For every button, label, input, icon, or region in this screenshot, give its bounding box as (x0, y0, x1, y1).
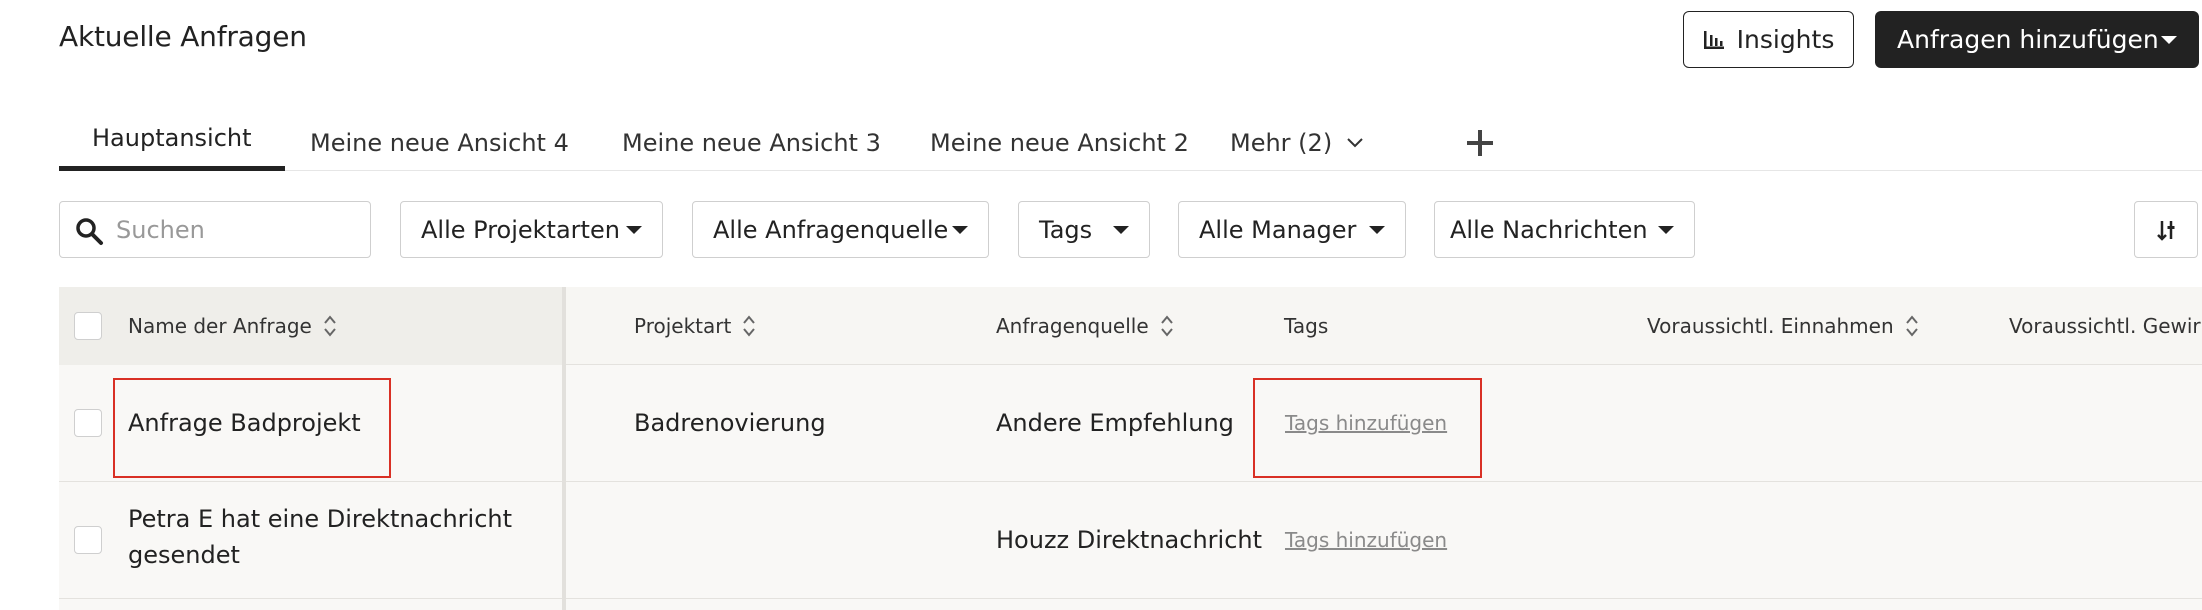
tab-label: Mehr (2) (1230, 129, 1333, 157)
column-header-expected-profit[interactable]: Voraussichtl. Gewir (2009, 314, 2201, 338)
caret-down-icon (2161, 36, 2177, 44)
tab-label: Hauptansicht (92, 124, 252, 152)
sort-icon (1160, 315, 1173, 337)
select-all-checkbox[interactable] (74, 312, 102, 340)
column-label: Name der Anfrage (128, 314, 312, 338)
column-settings-button[interactable] (2134, 201, 2198, 258)
add-view-button[interactable] (1462, 115, 1498, 171)
filter-label: Alle Manager (1199, 215, 1357, 244)
column-header-source[interactable]: Anfragenquelle (996, 314, 1173, 338)
bar-chart-icon (1703, 30, 1724, 49)
filter-label: Alle Anfragenquelle (713, 215, 949, 244)
column-label: Voraussichtl. Einnahmen (1647, 314, 1894, 338)
highlight-box-tags (1253, 378, 1482, 478)
search-icon (76, 218, 103, 245)
tab-label: Meine neue Ansicht 4 (310, 129, 569, 157)
tab-view-2[interactable]: Meine neue Ansicht 2 (897, 115, 1222, 171)
table-row (59, 599, 2202, 610)
row-checkbox[interactable] (74, 526, 102, 554)
page-title: Aktuelle Anfragen (59, 20, 307, 53)
tab-label: Meine neue Ansicht 2 (930, 129, 1189, 157)
request-source: Andere Empfehlung (996, 409, 1234, 437)
manager-filter[interactable]: Alle Manager (1178, 201, 1406, 258)
tab-hauptansicht[interactable]: Hauptansicht (59, 115, 285, 171)
project-type: Badrenovierung (634, 409, 826, 437)
caret-down-icon (1113, 226, 1129, 234)
caret-down-icon (626, 226, 642, 234)
filter-label: Alle Projektarten (421, 215, 620, 244)
add-requests-label: Anfragen hinzufügen (1897, 25, 2159, 54)
highlight-box-request-name (113, 378, 391, 478)
add-requests-button[interactable]: Anfragen hinzufügen (1875, 11, 2199, 68)
sort-icon (743, 315, 756, 337)
column-settings-icon (2157, 220, 2175, 241)
request-name-line-2[interactable]: gesendet (128, 541, 240, 569)
messages-filter[interactable]: Alle Nachrichten (1434, 201, 1695, 258)
caret-down-icon (952, 226, 968, 234)
tab-view-3[interactable]: Meine neue Ansicht 3 (589, 115, 914, 171)
column-header-name[interactable]: Name der Anfrage (128, 314, 336, 338)
request-source-filter[interactable]: Alle Anfragenquelle (692, 201, 989, 258)
column-header-project-type[interactable]: Projektart (634, 314, 756, 338)
view-tabs: Hauptansicht Meine neue Ansicht 4 Meine … (59, 115, 2202, 171)
search-input[interactable]: Suchen (59, 201, 371, 258)
sticky-column-divider (562, 287, 566, 610)
filter-label: Alle Nachrichten (1450, 215, 1648, 244)
table-row[interactable]: Petra E hat eine Direktnachricht gesende… (59, 482, 2202, 599)
insights-button[interactable]: Insights (1683, 11, 1854, 68)
column-label: Anfragenquelle (996, 314, 1149, 338)
project-type-filter[interactable]: Alle Projektarten (400, 201, 663, 258)
tab-view-4[interactable]: Meine neue Ansicht 4 (277, 115, 602, 171)
column-label: Tags (1284, 314, 1329, 338)
column-header-tags: Tags (1284, 314, 1328, 338)
tab-label: Meine neue Ansicht 3 (622, 129, 881, 157)
plus-icon (1467, 130, 1493, 156)
chevron-down-icon (1347, 138, 1363, 148)
table-header: Name der Anfrage Projektart Anfragenquel… (59, 287, 2202, 365)
insights-button-label: Insights (1736, 25, 1835, 54)
column-header-expected-revenue[interactable]: Voraussichtl. Einnahmen (1647, 314, 1918, 338)
tab-more[interactable]: Mehr (2) (1197, 115, 1397, 171)
tags-filter[interactable]: Tags (1018, 201, 1150, 258)
search-placeholder: Suchen (116, 215, 205, 244)
add-tags-link[interactable]: Tags hinzufügen (1285, 528, 1447, 552)
filter-label: Tags (1039, 215, 1093, 244)
request-source: Houzz Direktnachricht (996, 526, 1263, 554)
sort-icon (324, 315, 336, 337)
caret-down-icon (1369, 226, 1385, 234)
column-label: Projektart (634, 314, 732, 338)
caret-down-icon (1658, 226, 1674, 234)
column-label: Voraussichtl. Gewir (2009, 314, 2201, 338)
request-name-line-1[interactable]: Petra E hat eine Direktnachricht (128, 505, 512, 533)
row-checkbox[interactable] (74, 409, 102, 437)
sort-icon (1905, 315, 1918, 337)
